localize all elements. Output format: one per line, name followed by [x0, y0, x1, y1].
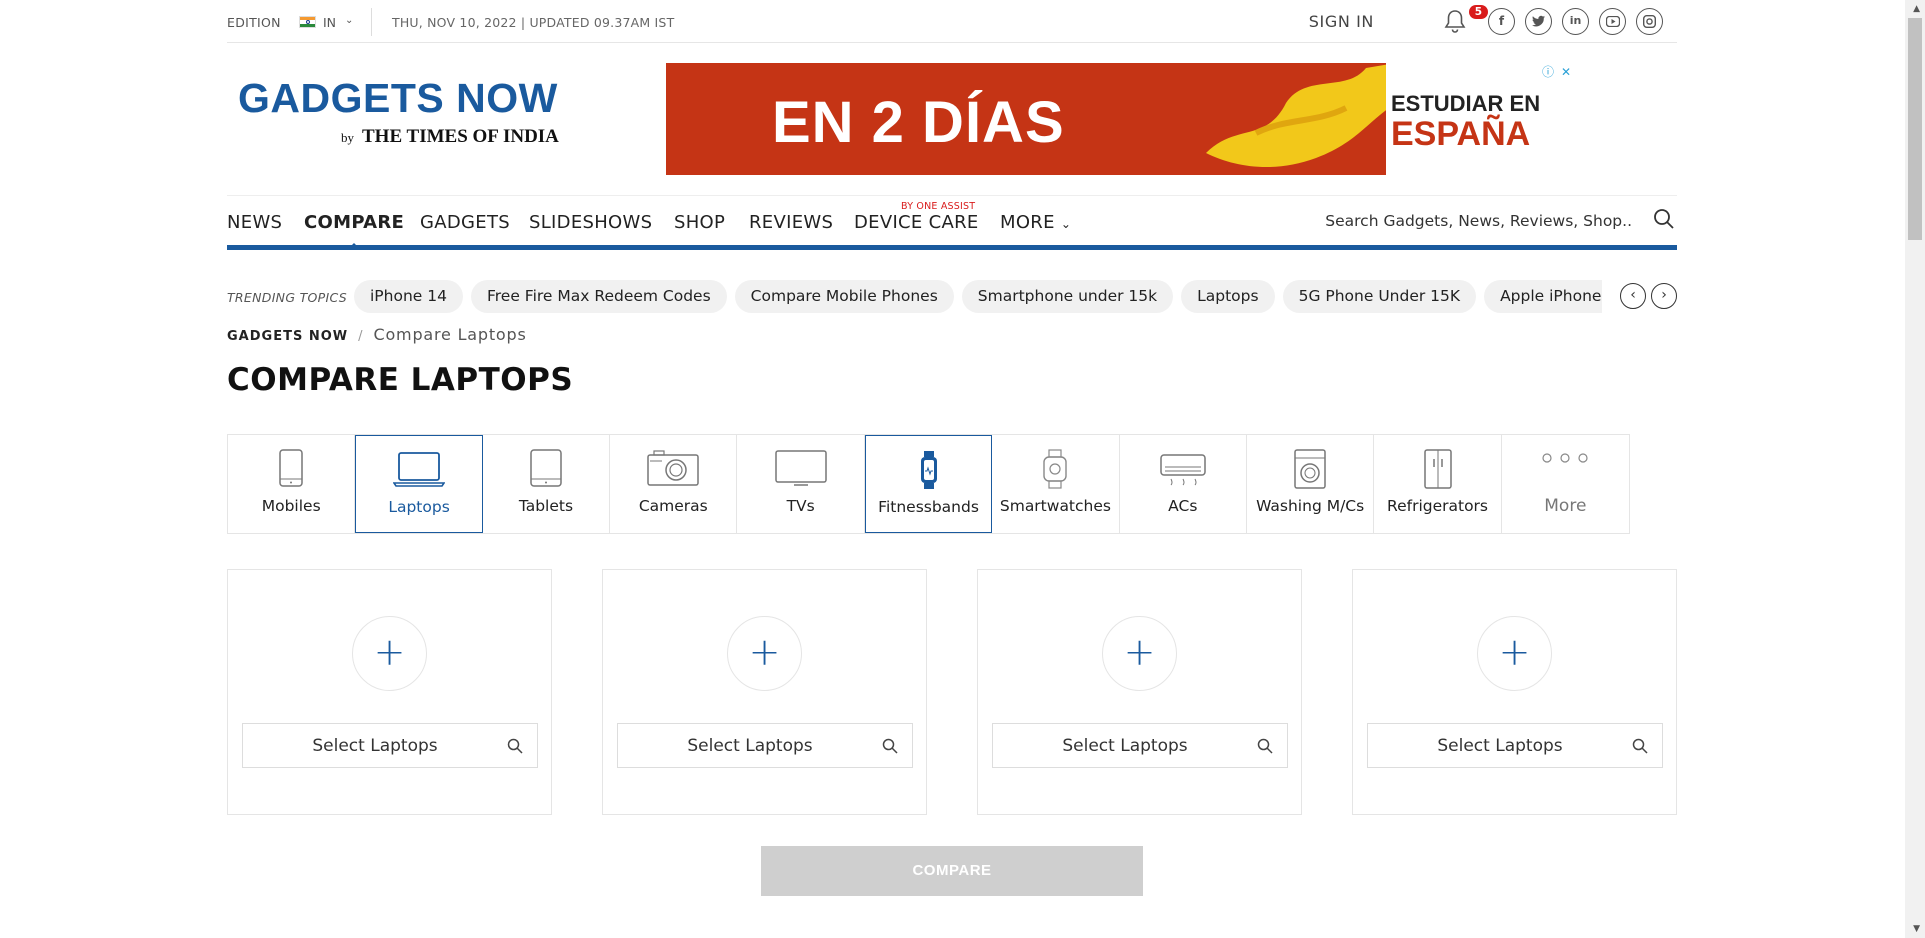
breadcrumb: GADGETS NOW / Compare Laptops — [227, 325, 527, 344]
tab-fitnessbands[interactable]: Fitnessbands — [864, 435, 993, 533]
info-icon[interactable]: ⓘ — [1539, 63, 1557, 81]
fitnessband-icon — [919, 450, 939, 494]
trending-topic[interactable]: Smartphone under 15k — [961, 280, 1174, 313]
chevron-down-icon: ⌄ — [1060, 217, 1072, 231]
refrigerator-icon — [1423, 449, 1453, 493]
tab-mobiles[interactable]: Mobiles — [228, 435, 356, 533]
select-product-input[interactable]: Select Laptops — [1367, 723, 1663, 768]
scrollbar[interactable]: ▲ ▼ — [1905, 0, 1925, 938]
camera-icon — [646, 449, 700, 491]
edition-label: EDITION — [227, 15, 281, 30]
compare-slot: + Select Laptops — [977, 569, 1302, 815]
washing-machine-icon — [1293, 449, 1327, 493]
facebook-icon[interactable]: f — [1488, 8, 1515, 35]
nav-slideshows[interactable]: SLIDESHOWS — [529, 212, 652, 233]
ad-headline: EN 2 DÍAS — [772, 90, 1065, 155]
scroll-up-icon[interactable]: ▲ — [1913, 4, 1920, 14]
nav-compare[interactable]: COMPARE — [304, 212, 404, 233]
add-product-button[interactable]: + — [1102, 616, 1177, 691]
tab-tvs[interactable]: TVs — [737, 435, 865, 533]
divider — [371, 8, 372, 36]
trending-topic[interactable]: Apple iPhone 14 — [1484, 280, 1602, 313]
tab-tablets[interactable]: Tablets — [483, 435, 611, 533]
edition-select[interactable]: IN — [323, 15, 336, 30]
ac-icon — [1159, 449, 1207, 491]
add-product-button[interactable]: + — [727, 616, 802, 691]
breadcrumb-current: Compare Laptops — [373, 325, 527, 344]
chevron-down-icon[interactable]: ⌄ — [345, 15, 353, 26]
compare-slot: + Select Laptops — [602, 569, 927, 815]
bell-icon[interactable] — [1443, 8, 1467, 34]
compare-button[interactable]: COMPARE — [761, 846, 1143, 896]
date-updated: THU, NOV 10, 2022 | UPDATED 09.37AM IST — [392, 15, 675, 30]
tab-laptops[interactable]: Laptops — [355, 435, 483, 533]
mobile-icon — [278, 449, 304, 491]
search-icon[interactable] — [1653, 208, 1675, 230]
chevron-left-icon[interactable]: ‹ — [1620, 283, 1646, 309]
chevron-right-icon[interactable]: › — [1651, 283, 1677, 309]
trending-topic[interactable]: Free Fire Max Redeem Codes — [470, 280, 727, 313]
ad-banner[interactable]: EN 2 DÍAS ESTUDIAR EN ESPAÑA ⓘ ✕ — [666, 63, 1575, 175]
tab-refrigerators[interactable]: Refrigerators — [1374, 435, 1502, 533]
tablet-icon — [529, 449, 563, 491]
notification-badge: 5 — [1468, 5, 1488, 19]
tab-washing-machines[interactable]: Washing M/Cs — [1247, 435, 1375, 533]
active-nav-indicator — [347, 243, 361, 250]
india-flag-icon[interactable] — [299, 16, 316, 28]
linkedin-icon[interactable]: in — [1562, 8, 1589, 35]
tab-more[interactable]: More — [1502, 435, 1629, 533]
nav-more[interactable]: MORE ⌄ — [1000, 212, 1071, 233]
scrollbar-thumb[interactable] — [1908, 18, 1922, 240]
tv-icon — [774, 449, 828, 491]
select-product-input[interactable]: Select Laptops — [242, 723, 538, 768]
search-icon — [1257, 738, 1273, 754]
top-bar: EDITION IN ⌄ THU, NOV 10, 2022 | UPDATED… — [227, 0, 1677, 43]
laptop-icon — [392, 450, 446, 492]
ad-brand-line2: ESPAÑA — [1391, 115, 1531, 153]
ad-paint-splash — [1206, 63, 1396, 168]
nav-shop[interactable]: SHOP — [674, 212, 725, 233]
trending-topic[interactable]: Compare Mobile Phones — [734, 280, 954, 313]
trending-topic[interactable]: Laptops — [1181, 280, 1275, 313]
tab-cameras[interactable]: Cameras — [610, 435, 738, 533]
select-product-input[interactable]: Select Laptops — [992, 723, 1288, 768]
main-nav: NEWS COMPARE GADGETS SLIDESHOWS SHOP REV… — [227, 195, 1677, 250]
add-product-button[interactable]: + — [352, 616, 427, 691]
compare-slot: + Select Laptops — [227, 569, 552, 815]
close-icon[interactable]: ✕ — [1557, 63, 1575, 81]
search-input[interactable]: Search Gadgets, News, Reviews, Shop.. — [1325, 212, 1632, 230]
page-title: COMPARE LAPTOPS — [227, 362, 574, 398]
select-product-input[interactable]: Select Laptops — [617, 723, 913, 768]
instagram-icon[interactable] — [1636, 8, 1663, 35]
scroll-down-icon[interactable]: ▼ — [1913, 924, 1920, 934]
search-icon — [1632, 738, 1648, 754]
sign-in-link[interactable]: SIGN IN — [1309, 12, 1374, 31]
youtube-icon[interactable] — [1599, 8, 1626, 35]
more-dots-icon — [1538, 449, 1592, 473]
ad-brand-line1: ESTUDIAR EN — [1391, 91, 1541, 116]
tab-acs[interactable]: ACs — [1120, 435, 1247, 533]
search-icon — [507, 738, 523, 754]
compare-slot: + Select Laptops — [1352, 569, 1677, 815]
add-product-button[interactable]: + — [1477, 616, 1552, 691]
search-icon — [882, 738, 898, 754]
site-logo-subtitle: by THE TIMES OF INDIA — [341, 126, 559, 147]
trending-topics: iPhone 14 Free Fire Max Redeem Codes Compa… — [354, 280, 1602, 313]
smartwatch-icon — [1041, 449, 1069, 493]
tab-smartwatches[interactable]: Smartwatches — [992, 435, 1120, 533]
category-tabs: Mobiles Laptops Tablets Cameras TVs Fitn… — [227, 434, 1630, 534]
device-care-tag: BY ONE ASSIST — [901, 201, 976, 212]
nav-reviews[interactable]: REVIEWS — [749, 212, 833, 233]
twitter-icon[interactable] — [1525, 8, 1552, 35]
trending-topic[interactable]: iPhone 14 — [354, 280, 463, 313]
site-logo[interactable]: GADGETS NOW — [238, 75, 558, 122]
trending-label: TRENDING TOPICS — [227, 290, 347, 305]
nav-news[interactable]: NEWS — [227, 212, 282, 233]
nav-device-care[interactable]: DEVICE CARE — [854, 212, 979, 233]
nav-gadgets[interactable]: GADGETS — [420, 212, 510, 233]
trending-topic[interactable]: 5G Phone Under 15K — [1282, 280, 1477, 313]
breadcrumb-root[interactable]: GADGETS NOW — [227, 329, 348, 344]
